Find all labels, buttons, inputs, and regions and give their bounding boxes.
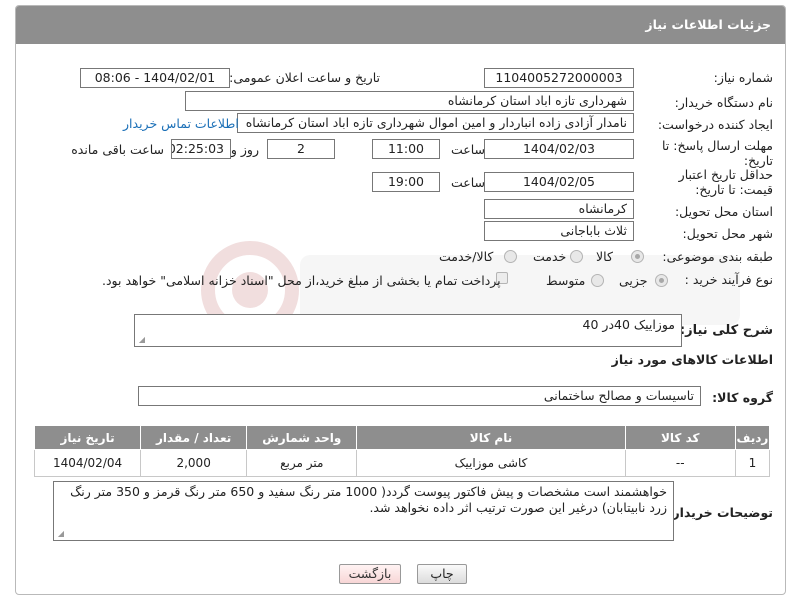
col-code: کد کالا — [624, 425, 736, 450]
deadline-remaining-label: ساعت باقی مانده — [71, 142, 164, 157]
buyer-contact-link[interactable]: اطلاعات تماس خریدار — [123, 116, 239, 131]
need-number-label: شماره نیاز: — [713, 70, 773, 85]
buyer-notes-label: توضیحات خریدار: — [667, 505, 773, 520]
buyer-org-label: نام دستگاه خریدار: — [674, 95, 773, 110]
panel-title: جزئیات اطلاعات نیاز — [16, 6, 785, 44]
cell-code: -- — [624, 449, 736, 477]
table-row: 1 -- کاشی موزاییک متر مربع 2,000 1404/02… — [33, 449, 771, 477]
buyer-org-field: شهرداری تازه اباد استان کرمانشاه — [185, 91, 634, 111]
category-goods-label: کالا — [596, 249, 613, 264]
goods-info-title: اطلاعات کالاهای مورد نیاز — [611, 352, 773, 367]
delivery-province-field: کرمانشاه — [484, 199, 634, 219]
deadline-days-field: 2 — [267, 139, 335, 159]
deadline-label: مهلت ارسال پاسخ: تا تاریخ: — [662, 138, 773, 168]
general-desc-text: موزاییک 40در 40 — [582, 317, 675, 332]
price-validity-label: حداقل تاریخ اعتبار قیمت: تا تاریخ: — [678, 167, 773, 197]
delivery-city-field: ثلاث باباجانی — [484, 221, 634, 241]
category-goods-service-label: کالا/خدمت — [439, 249, 494, 264]
category-goods-radio[interactable] — [631, 250, 644, 263]
resize-grip-icon[interactable]: ◢ — [137, 336, 145, 344]
goods-table: ردیف کد کالا نام کالا واحد شمارش تعداد /… — [33, 425, 771, 477]
creator-field: نامدار آزادی زاده انباردار و امین اموال … — [237, 113, 634, 133]
buyer-notes-field[interactable]: خواهشمند است مشخصات و پیش فاکتور پیوست گ… — [53, 481, 674, 541]
goods-group-field: تاسیسات و مصالح ساختمانی — [138, 386, 701, 406]
cell-name: کاشی موزاییک — [356, 449, 626, 477]
deadline-date-field: 1404/02/03 — [484, 139, 634, 159]
price-validity-time-label: ساعت — [450, 175, 485, 190]
general-desc-field[interactable]: موزاییک 40در 40 ◢ — [134, 314, 682, 347]
process-medium-label: متوسط — [546, 273, 586, 288]
delivery-city-label: شهر محل تحویل: — [682, 226, 773, 241]
general-desc-label: شرح کلی نیاز: — [679, 323, 773, 338]
price-validity-date-field: 1404/02/05 — [484, 172, 634, 192]
process-partial-radio[interactable] — [655, 274, 668, 287]
cell-qty: 2,000 — [140, 449, 248, 477]
buyer-notes-text: خواهشمند است مشخصات و پیش فاکتور پیوست گ… — [70, 484, 667, 515]
cell-unit: متر مربع — [246, 449, 358, 477]
col-date: تاریخ نیاز — [33, 425, 142, 450]
category-goods-service-radio[interactable] — [504, 250, 517, 263]
deadline-time-field: 11:00 — [372, 139, 440, 159]
cell-row: 1 — [734, 449, 771, 477]
process-label: نوع فرآیند خرید : — [684, 272, 773, 287]
cell-date: 1404/02/04 — [33, 449, 142, 477]
col-qty: تعداد / مقدار — [140, 425, 248, 450]
back-button[interactable]: بازگشت — [339, 564, 401, 584]
goods-table-header: ردیف کد کالا نام کالا واحد شمارش تعداد /… — [33, 425, 771, 450]
col-unit: واحد شمارش — [246, 425, 358, 450]
goods-group-label: گروه کالا: — [712, 390, 773, 405]
resize-grip-icon[interactable]: ◢ — [56, 530, 64, 538]
deadline-remaining-field: 02:25:03 — [171, 139, 231, 159]
announce-field: 1404/02/01 - 08:06 — [80, 68, 230, 88]
deadline-days-label: روز و — [230, 142, 259, 157]
announce-label: تاریخ و ساعت اعلان عمومی: — [229, 70, 380, 85]
print-button[interactable]: چاپ — [417, 564, 467, 584]
category-service-label: خدمت — [533, 249, 567, 264]
deadline-time-label: ساعت — [450, 142, 485, 157]
price-validity-time-field: 19:00 — [372, 172, 440, 192]
process-partial-label: جزیی — [619, 273, 648, 288]
creator-label: ایجاد کننده درخواست: — [657, 117, 773, 132]
category-service-radio[interactable] — [570, 250, 583, 263]
delivery-province-label: استان محل تحویل: — [674, 204, 773, 219]
col-row: ردیف — [734, 425, 771, 450]
col-name: نام کالا — [356, 425, 626, 450]
category-label: طبقه بندی موضوعی: — [662, 249, 773, 264]
process-medium-radio[interactable] — [591, 274, 604, 287]
treasury-note: پرداخت تمام یا بخشی از مبلغ خرید،از محل … — [102, 273, 501, 288]
need-number-field: 1104005272000003 — [484, 68, 634, 88]
